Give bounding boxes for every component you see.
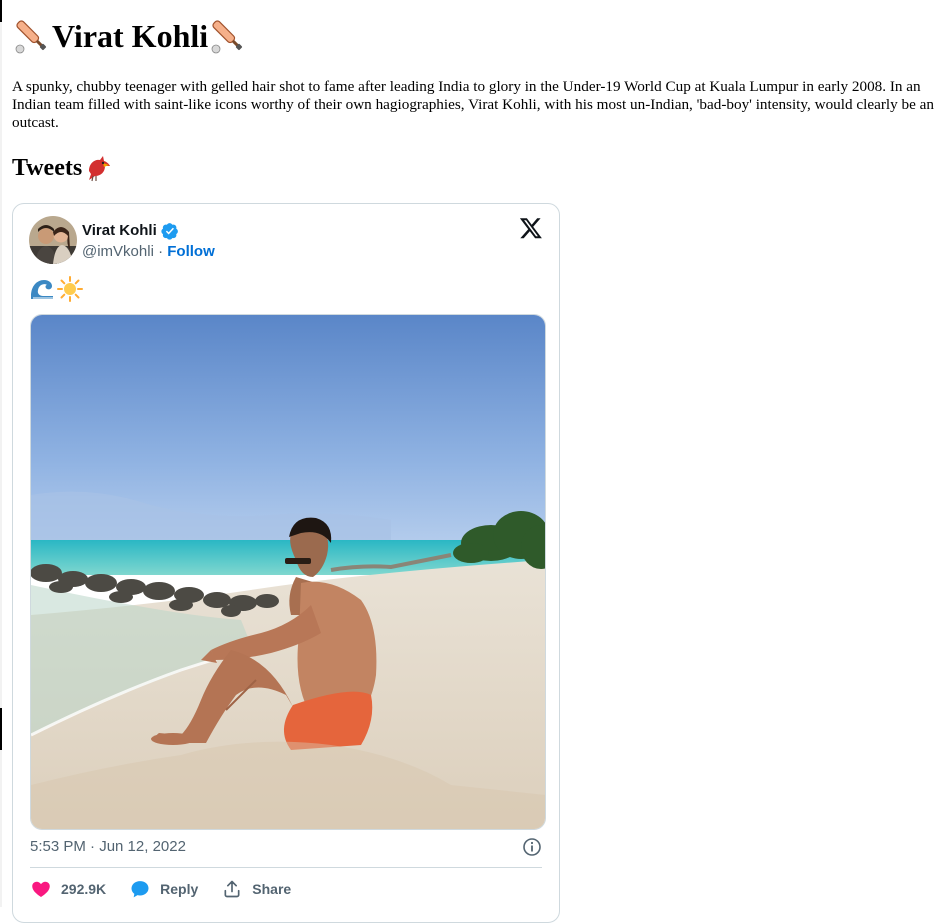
- beach-photo-image: [31, 315, 545, 829]
- x-logo-icon[interactable]: [519, 216, 543, 240]
- tweets-heading-text: Tweets: [12, 155, 83, 181]
- author-handle[interactable]: @imVkohli: [82, 243, 154, 260]
- author-avatar[interactable]: [29, 216, 77, 264]
- cricket-bat-icon: [211, 20, 243, 54]
- window-edge: [0, 0, 2, 907]
- author-name[interactable]: Virat Kohli: [82, 221, 179, 241]
- speech-bubble-icon: [131, 881, 149, 898]
- tweet-actions: 292.9K Reply Share: [31, 877, 315, 901]
- page-title: Virat Kohli: [12, 14, 248, 58]
- reply-button[interactable]: Reply: [130, 877, 198, 901]
- follow-link[interactable]: Follow: [167, 243, 215, 260]
- tweet-timestamp[interactable]: 5:53 PM · Jun 12, 2022: [30, 837, 186, 857]
- tweets-heading: Tweets: [12, 150, 113, 186]
- author-name-text[interactable]: Virat Kohli: [82, 221, 157, 241]
- cricket-bat-icon: [15, 20, 47, 54]
- tweet-photo[interactable]: [30, 314, 546, 830]
- share-button[interactable]: Share: [222, 877, 291, 901]
- info-icon[interactable]: [522, 837, 542, 857]
- verified-badge-icon: [161, 223, 178, 240]
- bio-paragraph: A spunky, chubby teenager with gelled ha…: [12, 78, 934, 131]
- like-count: 292.9K: [61, 881, 107, 897]
- handle-row: @imVkohli · Follow: [82, 242, 215, 262]
- heart-icon: [32, 881, 50, 897]
- tweet-text: [29, 276, 83, 302]
- wave-icon: [31, 280, 53, 299]
- share-label: Share: [252, 881, 292, 897]
- separator-dot: ·: [153, 243, 168, 260]
- share-icon: [224, 880, 240, 898]
- like-button[interactable]: 292.9K: [31, 877, 106, 901]
- divider: [30, 867, 542, 868]
- page-title-text: Virat Kohli: [52, 18, 209, 54]
- cardinal-bird-icon: [89, 156, 111, 182]
- sun-icon: [57, 276, 83, 302]
- tweet-embed[interactable]: Virat Kohli @imVkohli · Follow 5:53 PM ·…: [12, 203, 560, 923]
- reply-label: Reply: [160, 881, 199, 897]
